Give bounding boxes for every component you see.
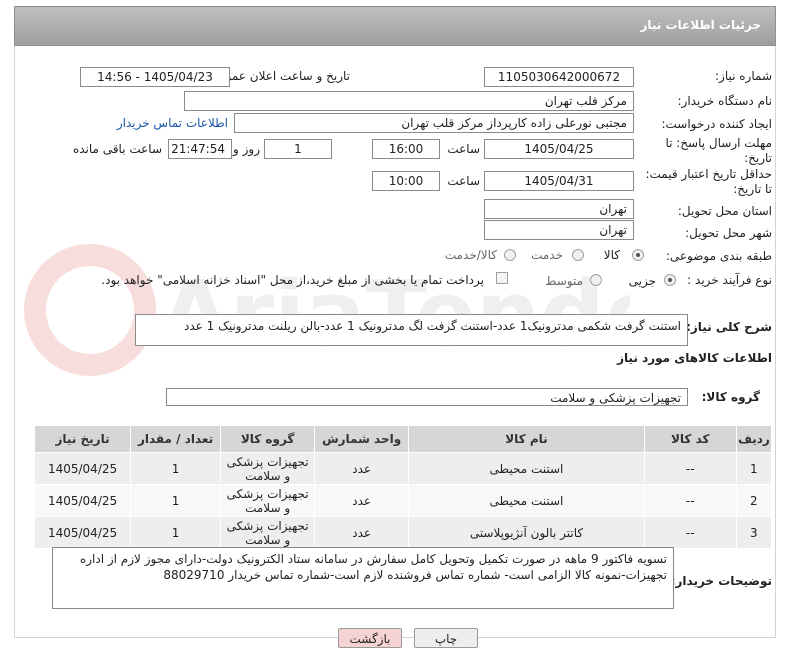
table-row: 3 -- کاتتر بالون آنژیوپلاستی عدد تجهیزات…: [33, 516, 773, 549]
remaining-label: ساعت باقی مانده: [72, 142, 162, 156]
need-number-label: شماره نیاز:: [715, 69, 772, 83]
table-row: 2 -- استنت محیطی عدد تجهیزات پزشکی و سلا…: [33, 484, 773, 517]
col-code: کد کالا: [643, 425, 737, 453]
deadline-time-field: 16:00: [372, 139, 440, 159]
cell-row: 2: [735, 484, 773, 517]
cell-unit: عدد: [314, 516, 410, 549]
goods-group-label: گروه کالا:: [701, 390, 760, 404]
goods-group-field: تجهیزات پزشکی و سلامت: [166, 388, 688, 406]
validity-date-field: 1405/04/31: [484, 171, 634, 191]
cell-code: --: [643, 484, 737, 517]
col-group: گروه کالا: [220, 425, 316, 453]
cell-name: استنت محیطی: [408, 452, 645, 485]
col-date: تاریخ نیاز: [33, 425, 132, 453]
announce-field: 1405/04/23 - 14:56: [80, 67, 230, 87]
category-option-service: خدمت: [531, 248, 563, 262]
category-radio-goods-service[interactable]: [504, 249, 516, 261]
col-row: ردیف: [735, 425, 773, 453]
payment-note: پرداخت تمام یا بخشی از مبلغ خرید،از محل …: [101, 273, 484, 287]
page-header: جزئیات اطلاعات نیاز: [14, 6, 776, 46]
category-radio-service[interactable]: [572, 249, 584, 261]
need-number-field: 1105030642000672: [484, 67, 634, 87]
buyer-org-label: نام دستگاه خریدار:: [677, 94, 773, 108]
print-button[interactable]: چاپ: [414, 628, 478, 648]
description-field: استنت گرفت شکمی مدترونیک1 عدد-استنت گرفت…: [135, 314, 688, 346]
creator-field: مجتبی نورعلی زاده کارپرداز مرکز قلب تهرا…: [234, 113, 634, 133]
col-name: نام کالا: [408, 425, 645, 453]
col-qty: تعداد / مقدار: [130, 425, 222, 453]
buyer-notes-label: توضیحات خریدار:: [670, 574, 772, 588]
validity-label-date: تا تاریخ:: [733, 182, 772, 196]
process-option-medium: متوسط: [545, 274, 583, 288]
process-radio-minor[interactable]: [664, 274, 676, 286]
cell-unit: عدد: [314, 484, 410, 517]
deadline-label: مهلت ارسال پاسخ: تا: [665, 136, 772, 150]
cell-code: --: [643, 452, 737, 485]
creator-label: ایجاد کننده درخواست:: [661, 117, 772, 131]
province-label: استان محل تحویل:: [677, 204, 772, 218]
cell-row: 3: [735, 516, 773, 549]
cell-name: کاتتر بالون آنژیوپلاستی: [408, 516, 645, 549]
category-option-goods-service: کالا/خدمت: [444, 248, 497, 262]
goods-section-title: اطلاعات کالاهای مورد نیاز: [617, 351, 772, 365]
page-title: جزئیات اطلاعات نیاز: [640, 18, 761, 32]
process-option-minor: جزیی: [628, 274, 656, 288]
category-radio-goods[interactable]: [632, 249, 644, 261]
cell-group: تجهیزات پزشکی و سلامت: [220, 452, 316, 485]
validity-label: حداقل تاریخ اعتبار قیمت:: [645, 167, 772, 181]
days-label: روز و: [233, 142, 260, 156]
province-field: تهران: [484, 199, 634, 219]
cell-group: تجهیزات پزشکی و سلامت: [220, 516, 316, 549]
cell-name: استنت محیطی: [408, 484, 645, 517]
cell-group: تجهیزات پزشکی و سلامت: [220, 484, 316, 517]
category-option-goods: کالا: [603, 248, 620, 262]
cell-unit: عدد: [314, 452, 410, 485]
days-field: 1: [264, 139, 332, 159]
cell-code: --: [643, 516, 737, 549]
process-label: نوع فرآیند خرید :: [687, 273, 772, 287]
cell-date: 1405/04/25: [33, 516, 132, 549]
buyer-org-field: مرکز قلب تهران: [184, 91, 634, 111]
description-label: شرح کلی نیاز:: [686, 320, 772, 334]
category-label: طبقه بندی موضوعی:: [665, 249, 772, 263]
cell-date: 1405/04/25: [33, 452, 132, 485]
back-button[interactable]: بازگشت: [338, 628, 402, 648]
remaining-time-field: 21:47:54: [168, 139, 232, 159]
process-radio-medium[interactable]: [590, 274, 602, 286]
cell-qty: 1: [130, 516, 222, 549]
validity-time-label: ساعت: [447, 174, 480, 188]
deadline-label-date: تاریخ:: [744, 151, 772, 165]
cell-date: 1405/04/25: [33, 484, 132, 517]
table-row: 1 -- استنت محیطی عدد تجهیزات پزشکی و سلا…: [33, 452, 773, 485]
cell-qty: 1: [130, 452, 222, 485]
contact-info-link[interactable]: اطلاعات تماس خریدار: [117, 116, 228, 130]
buyer-notes-field: تسویه فاکتور 9 ماهه در صورت تکمیل وتحویل…: [52, 547, 674, 609]
deadline-date-field: 1405/04/25: [484, 139, 634, 159]
goods-table: ردیف کد کالا نام کالا واحد شمارش گروه کا…: [33, 425, 773, 549]
cell-row: 1: [735, 452, 773, 485]
col-unit: واحد شمارش: [314, 425, 410, 453]
treasury-checkbox[interactable]: [496, 272, 508, 284]
city-label: شهر محل تحویل:: [685, 226, 772, 240]
cell-qty: 1: [130, 484, 222, 517]
city-field: تهران: [484, 220, 634, 240]
deadline-time-label: ساعت: [447, 142, 480, 156]
validity-time-field: 10:00: [372, 171, 440, 191]
